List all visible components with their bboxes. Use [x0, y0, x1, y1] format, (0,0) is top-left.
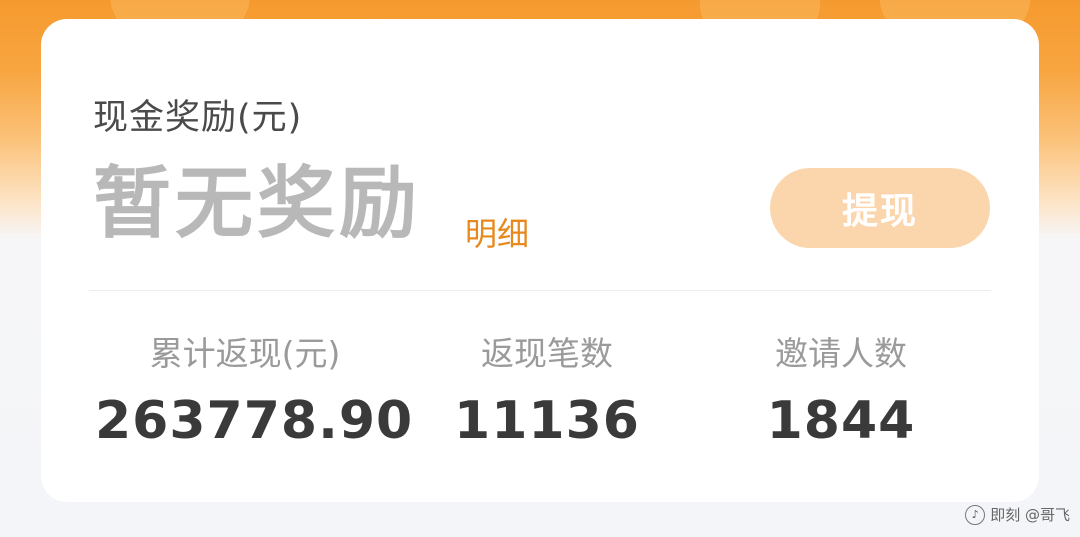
withdraw-button[interactable]: 提现	[770, 168, 990, 248]
stat-label: 邀请人数	[775, 334, 907, 373]
page: { "card": { "section_title": "现金奖励(元)", …	[0, 0, 1080, 537]
cash-reward-card: 现金奖励(元) 暂无奖励 明细 提现 累计返现(元) 263778.90 返现笔…	[41, 19, 1039, 502]
stat-label: 返现笔数	[481, 334, 613, 373]
watermark-text: 即刻 @哥飞	[990, 506, 1070, 524]
stat-invite-count: 邀请人数 1844	[691, 327, 991, 451]
watermark: ♪ 即刻 @哥飞	[965, 504, 1070, 525]
jike-logo-icon: ♪	[965, 504, 986, 525]
stat-value: 1844	[766, 391, 916, 451]
stat-total-cashback: 累计返现(元) 263778.90	[95, 327, 414, 451]
reward-status: 暂无奖励	[93, 159, 422, 249]
stat-label: 累计返现(元)	[149, 334, 341, 373]
stat-value: 11136	[454, 391, 640, 451]
divider	[89, 290, 991, 291]
stat-cashback-count: 返现笔数 11136	[397, 327, 697, 451]
detail-link[interactable]: 明细	[465, 209, 529, 255]
stat-value: 263778.90	[95, 391, 414, 451]
section-title: 现金奖励(元)	[93, 98, 303, 138]
